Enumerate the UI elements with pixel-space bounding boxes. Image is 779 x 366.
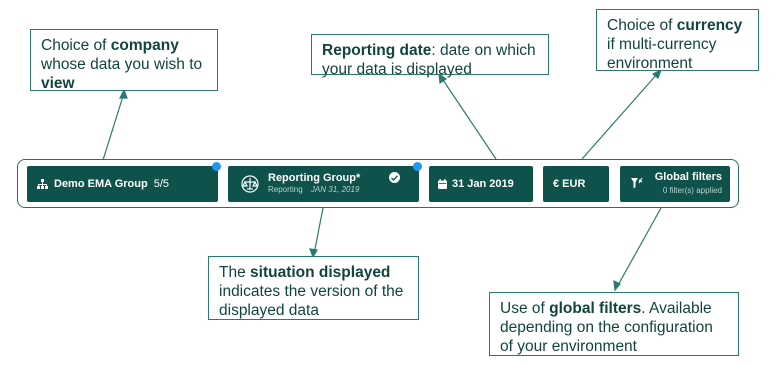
situation-title: Reporting Group*	[268, 172, 361, 184]
global-filters-title: Global filters	[654, 171, 722, 183]
company-selector-button[interactable]: Demo EMA Group 5/5	[27, 166, 218, 202]
currency-button[interactable]: € EUR	[543, 166, 609, 202]
org-chart-icon	[37, 179, 48, 189]
callout-situation: The situation displayed indicates the ve…	[208, 256, 419, 320]
check-circle-icon	[389, 172, 400, 183]
situation-sub-label: Reporting	[268, 185, 303, 194]
company-label: Demo EMA Group	[54, 178, 148, 190]
currency-label: € EUR	[553, 178, 586, 190]
situation-indicator-dot	[413, 162, 422, 171]
global-filters-count: 0 filter(s) applied	[662, 186, 722, 195]
callout-currency: Choice of currency if multi-currency env…	[596, 9, 759, 72]
filter-icon	[630, 177, 644, 191]
situation-selector-button[interactable]: Reporting Group* Reporting JAN 31, 2019	[228, 166, 419, 202]
reporting-date-button[interactable]: 31 Jan 2019	[429, 166, 533, 202]
global-filters-button[interactable]: Global filters 0 filter(s) applied	[620, 166, 730, 202]
reporting-date-label: 31 Jan 2019	[452, 178, 514, 190]
balance-scale-icon	[240, 174, 260, 194]
callout-reporting-date: Reporting date: date on which your data …	[311, 34, 549, 78]
situation-sub-date: JAN 31, 2019	[310, 185, 360, 194]
company-count: 5/5	[153, 178, 170, 190]
calendar-icon	[438, 179, 447, 189]
company-indicator-dot	[212, 162, 221, 171]
callout-global-filters: Use of global filters. Available dependi…	[489, 292, 739, 356]
callout-company: Choice of company whose data you wish to…	[30, 29, 218, 92]
